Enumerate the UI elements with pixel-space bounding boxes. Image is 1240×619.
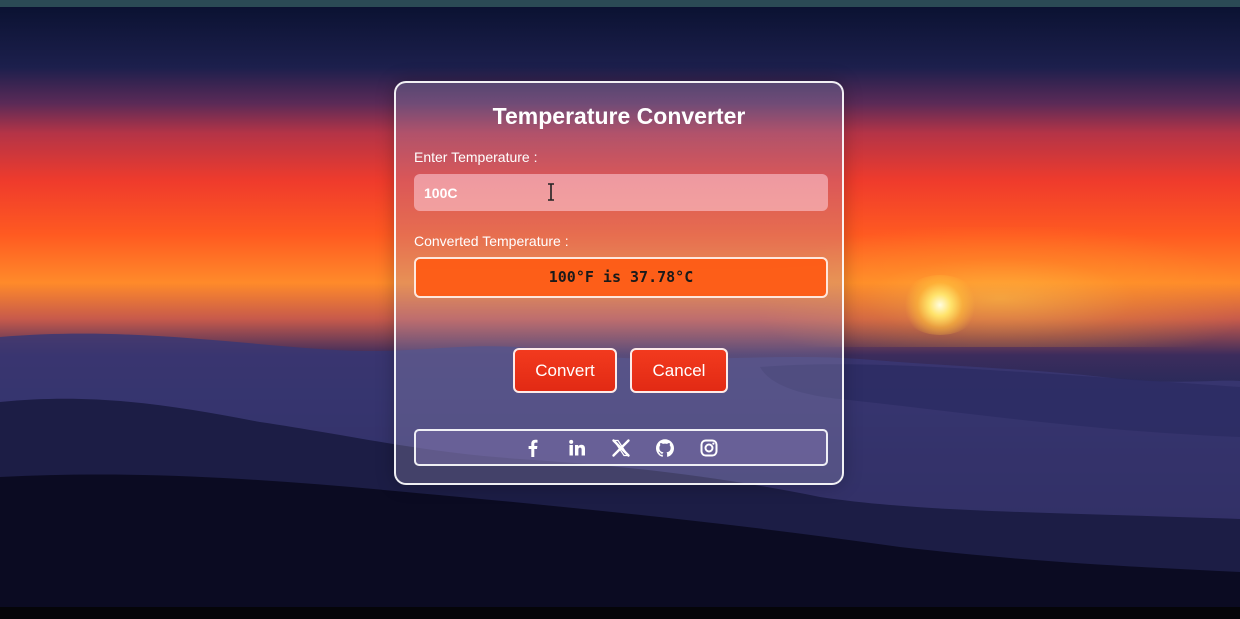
temperature-input[interactable]: [414, 174, 828, 211]
converter-card: Temperature Converter Enter Temperature …: [394, 81, 844, 485]
browser-top-strip: [0, 0, 1240, 7]
output-label: Converted Temperature :: [414, 233, 569, 249]
instagram-icon[interactable]: [699, 438, 719, 458]
input-label: Enter Temperature :: [414, 149, 538, 165]
github-icon[interactable]: [655, 438, 675, 458]
convert-button[interactable]: Convert: [513, 348, 617, 393]
converted-temperature-output: 100°F is 37.78°C: [414, 257, 828, 298]
linkedin-icon[interactable]: [567, 438, 587, 458]
x-icon[interactable]: [611, 438, 631, 458]
text-cursor-icon: [548, 183, 554, 201]
bottom-strip: [0, 607, 1240, 619]
cancel-button[interactable]: Cancel: [630, 348, 728, 393]
card-title: Temperature Converter: [492, 103, 746, 129]
social-links-bar: [414, 429, 828, 466]
facebook-icon[interactable]: [523, 438, 543, 458]
